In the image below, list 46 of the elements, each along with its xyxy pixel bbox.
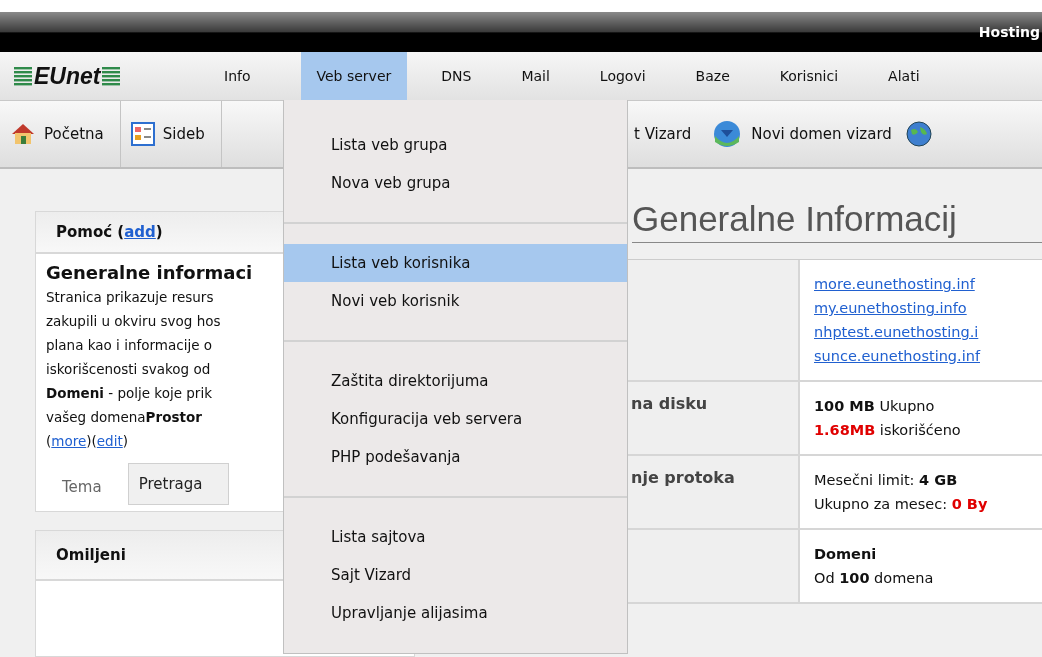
menu-item[interactable]: Logovi: [599, 52, 646, 100]
paren-text: ): [155, 223, 163, 241]
value-text: Ukupno za mesec: 0 By: [814, 495, 989, 514]
menu-item[interactable]: DNS: [441, 52, 472, 100]
value-text: 100 MB Ukupno: [814, 397, 936, 416]
menu-item[interactable]: Korisnici: [779, 52, 839, 100]
domain-link[interactable]: more.eunethosting.inf: [814, 276, 975, 292]
dropdown-item[interactable]: Upravljanje alijasima: [284, 594, 627, 632]
dropdown-item[interactable]: Novi veb korisnik: [284, 282, 627, 320]
value-text: Od 100 domena: [814, 569, 935, 588]
domain-link[interactable]: nhptest.eunethosting.i: [814, 324, 979, 340]
house-icon: [10, 122, 36, 146]
panel-tab[interactable]: Pretraga: [127, 463, 230, 505]
help-link[interactable]: more: [51, 433, 87, 449]
panel-title-text: Pomoć (: [56, 223, 125, 241]
menu-item[interactable]: Baze: [695, 52, 730, 100]
domain-link[interactable]: sunce.eunethosting.inf: [814, 348, 980, 364]
logo: EUnet: [34, 62, 101, 90]
dropdown-item[interactable]: Nova veb grupa: [284, 164, 627, 202]
menu-item[interactable]: Alati: [888, 52, 920, 100]
paren-text: )(: [86, 433, 97, 449]
dropdown-item[interactable]: Lista veb korisnika: [284, 244, 627, 282]
help-text: Stranica prikazuje resurs zakupili u okviru svog hos plana kao i informacije o iskorišcenosti svakog od Domeni - polje koje prik vašeg domenaProstor: [46, 288, 221, 427]
sphere-icon: [713, 120, 742, 148]
dropdown-item[interactable]: Lista veb grupa: [284, 126, 627, 164]
globe-icon: [905, 121, 932, 147]
header-title: Hosting: [978, 24, 1040, 40]
page-title: Generalne Informacij: [632, 191, 1042, 243]
toolbar-button[interactable]: Sideb: [120, 101, 222, 167]
menu-item[interactable]: Veb server: [300, 52, 408, 100]
value-text: 1.68MB iskorišćeno: [814, 421, 962, 440]
toolbar-button[interactable]: Novi domen vizard: [713, 101, 906, 167]
paren-text: (: [46, 433, 52, 449]
help-link[interactable]: edit: [96, 433, 123, 449]
toolbar-button[interactable]: t Vizard: [632, 101, 706, 167]
toolbar-button[interactable]: Početna: [0, 101, 121, 167]
sidebar-icon: [130, 122, 155, 146]
value-text: Mesečni limit: 4 GB: [814, 471, 959, 490]
paren-text: ): [122, 433, 128, 449]
menu-item[interactable]: Mail: [521, 52, 550, 100]
add-link[interactable]: add: [124, 223, 156, 241]
domain-link[interactable]: my.eunethosting.info: [814, 300, 967, 316]
stripes-icon: [102, 66, 121, 86]
menu-item[interactable]: Info: [224, 52, 251, 100]
stripes-icon: [14, 66, 32, 86]
value-text: Domeni: [814, 545, 878, 564]
